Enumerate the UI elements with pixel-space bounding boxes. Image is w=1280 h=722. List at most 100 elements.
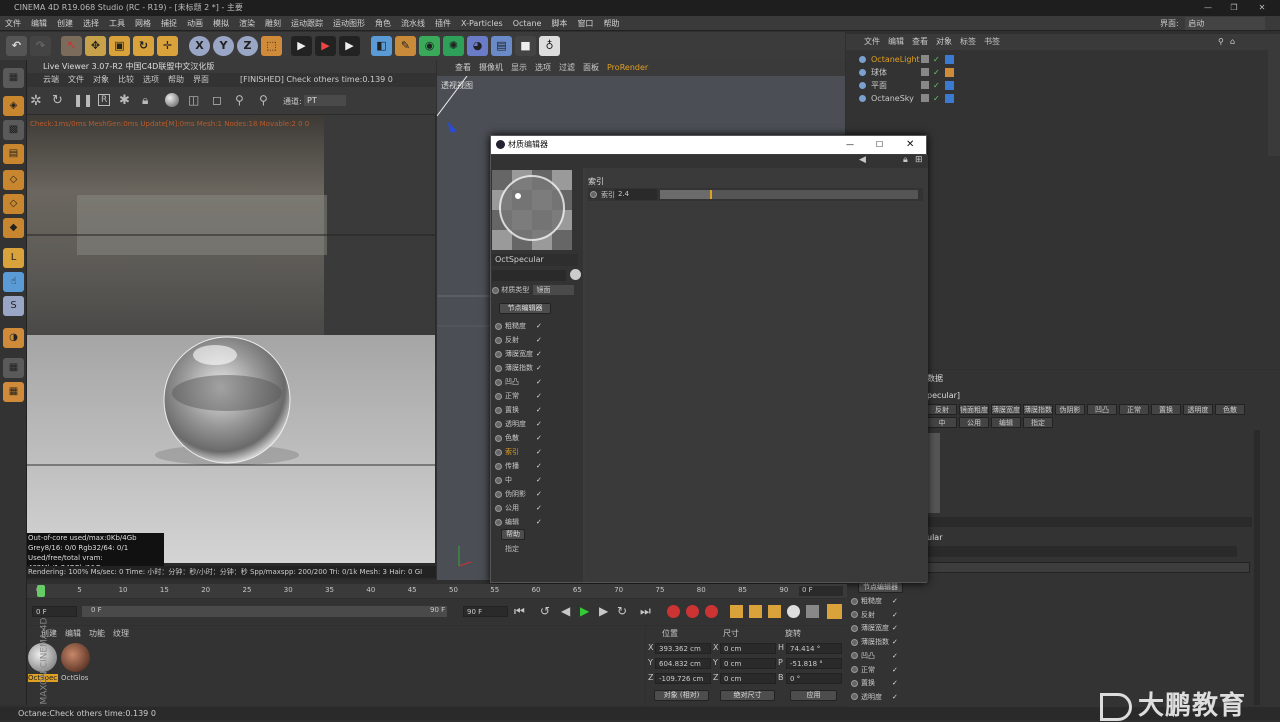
menu-item[interactable]: 模拟	[208, 16, 234, 31]
channel-check-icon[interactable]: ✓	[536, 432, 542, 445]
material-menu-item[interactable]: 编辑	[65, 629, 81, 638]
channel-anim-dot[interactable]	[495, 490, 502, 498]
material-channel-row[interactable]: 索引 ✓	[495, 446, 547, 459]
channel-anim-dot[interactable]	[495, 392, 502, 400]
material-channel-row[interactable]: 薄膜宽度 ✓	[495, 348, 547, 361]
next-key-icon[interactable]: ↻	[617, 604, 627, 618]
attribute-channel-row[interactable]: 置换 ✓	[851, 677, 911, 690]
object-name[interactable]: OctaneSky	[871, 94, 914, 103]
rotation-field[interactable]: 0 °	[786, 673, 842, 684]
tag-icon[interactable]	[945, 81, 954, 90]
menu-item[interactable]: 渲染	[234, 16, 260, 31]
channel-anim-dot[interactable]	[851, 638, 858, 646]
edges-mode-icon[interactable]: ◇	[3, 194, 24, 214]
enable-check-icon[interactable]: ✓	[933, 66, 940, 79]
channel-check-icon[interactable]: ✓	[536, 516, 542, 529]
key-pla-icon[interactable]	[806, 605, 819, 618]
position-field[interactable]: 393.362 cm	[655, 643, 711, 654]
channel-anim-dot[interactable]	[851, 597, 858, 605]
timeline-ruler[interactable]: 051015202530354045505560657075808590 0 F	[27, 584, 847, 598]
workplane-icon[interactable]: ▤	[3, 144, 24, 164]
live-viewer-menu-item[interactable]: 云端	[43, 75, 59, 84]
channel-check-icon[interactable]: ✓	[536, 320, 542, 333]
type-anim-dot[interactable]	[492, 286, 499, 294]
index-input[interactable]: 2.4	[615, 189, 657, 200]
enable-check-icon[interactable]: ✓	[933, 79, 940, 92]
node-editor-button[interactable]: 节点编辑器	[499, 303, 551, 314]
x-axis-icon[interactable]: X	[189, 36, 210, 56]
material-channel-row[interactable]: 伪阴影 ✓	[495, 488, 547, 501]
attribute-tab[interactable]: 镜面粗度	[959, 404, 989, 415]
timeline-window-icon[interactable]	[827, 604, 842, 619]
object-row[interactable]: OctaneLight ✓	[857, 53, 1269, 66]
object-row[interactable]: OctaneSky ✓	[857, 92, 1269, 105]
channel-anim-dot[interactable]	[851, 679, 858, 687]
menu-item[interactable]: 插件	[430, 16, 456, 31]
material-type-select[interactable]: 镜面	[533, 285, 575, 295]
size-mode-select[interactable]: 绝对尺寸	[720, 690, 775, 701]
channel-check-icon[interactable]: ✓	[892, 677, 898, 690]
prev-key-icon[interactable]: ↺	[540, 604, 550, 618]
channel-check-icon[interactable]: ✓	[892, 622, 898, 635]
attribute-channel-row[interactable]: 透明度 ✓	[851, 691, 911, 704]
object-name[interactable]: 球体	[871, 68, 887, 77]
viewport-menu-item[interactable]: 显示	[511, 63, 527, 72]
object-manager-menu-item[interactable]: 查看	[912, 37, 928, 46]
home-icon[interactable]: ⌂	[1230, 37, 1235, 46]
channel-check-icon[interactable]: ✓	[892, 636, 898, 649]
magnet-icon[interactable]: ◑	[3, 328, 24, 348]
light-icon[interactable]: ♁	[539, 36, 560, 56]
material-channel-row[interactable]: 薄膜指数 ✓	[495, 362, 547, 375]
viewport-menu-item[interactable]: 查看	[455, 63, 471, 72]
attribute-dropdown[interactable]	[927, 562, 1250, 573]
undo-icon[interactable]: ↶	[6, 36, 27, 56]
channel-anim-dot[interactable]	[495, 462, 502, 470]
menu-item[interactable]: 流水线	[396, 16, 430, 31]
live-viewer-menu-item[interactable]: 对象	[93, 75, 109, 84]
material-menu-item[interactable]: 功能	[89, 629, 105, 638]
channel-anim-dot[interactable]	[495, 420, 502, 428]
channel-check-icon[interactable]: ✓	[536, 404, 542, 417]
start-frame-field[interactable]: 0 F	[32, 606, 77, 617]
restart-icon[interactable]: ↻	[52, 93, 63, 108]
size-field[interactable]: 0 cm	[720, 643, 776, 654]
back-arrow-icon[interactable]: ◀	[859, 155, 866, 165]
menu-item[interactable]: 帮助	[598, 16, 624, 31]
material-thumb-glossy[interactable]	[61, 643, 90, 672]
apply-button[interactable]: 应用	[790, 690, 837, 701]
channel-anim-dot[interactable]	[851, 666, 858, 673]
tag-icon[interactable]	[945, 68, 954, 77]
workplane-lock-icon[interactable]: ▦	[3, 382, 24, 402]
channel-anim-dot[interactable]	[851, 652, 858, 660]
attribute-tab[interactable]: 伪阴影	[1055, 404, 1085, 415]
rotation-field[interactable]: 74.414 °	[786, 643, 842, 654]
material-channel-row[interactable]: 置换 ✓	[495, 404, 547, 417]
channel-check-icon[interactable]: ✓	[536, 362, 542, 375]
material-label[interactable]: OctGlos	[61, 674, 91, 682]
pen-icon[interactable]: ✎	[395, 36, 416, 56]
channel-check-icon[interactable]: ✓	[536, 390, 542, 403]
settings-icon[interactable]: ✱	[119, 93, 130, 108]
channel-check-icon[interactable]: ✓	[892, 650, 898, 663]
channel-anim-dot[interactable]	[851, 693, 858, 701]
menu-item[interactable]: 编辑	[26, 16, 52, 31]
focus-picker-icon[interactable]: ◫	[188, 93, 199, 107]
minimize-button[interactable]: —	[1196, 0, 1220, 16]
material-channel-row[interactable]: 正常 ✓	[495, 390, 547, 403]
layout-selector[interactable]: 界面: 启动	[1160, 17, 1266, 30]
gear-icon[interactable]: ✲	[30, 93, 42, 109]
material-name-field[interactable]: OctSpecular	[492, 254, 578, 266]
attribute-tab[interactable]: 薄膜宽度	[991, 404, 1021, 415]
lock-icon[interactable]: 🔒︎	[903, 155, 908, 165]
material-channel-row[interactable]: 编辑 ✓	[495, 516, 547, 529]
channel-check-icon[interactable]: ✓	[536, 488, 542, 501]
region-render-icon[interactable]: R	[98, 94, 111, 106]
live-viewer-menu-item[interactable]: 帮助	[168, 75, 184, 84]
reset-icon[interactable]	[570, 269, 581, 280]
search-icon[interactable]: ⚲	[1218, 37, 1224, 46]
channel-check-icon[interactable]: ✓	[536, 502, 542, 515]
render-view-icon[interactable]: ▶	[291, 36, 312, 56]
y-axis-icon[interactable]: Y	[213, 36, 234, 56]
camera-icon[interactable]: ■	[515, 36, 536, 56]
points-mode-icon[interactable]: ◇	[3, 170, 24, 190]
